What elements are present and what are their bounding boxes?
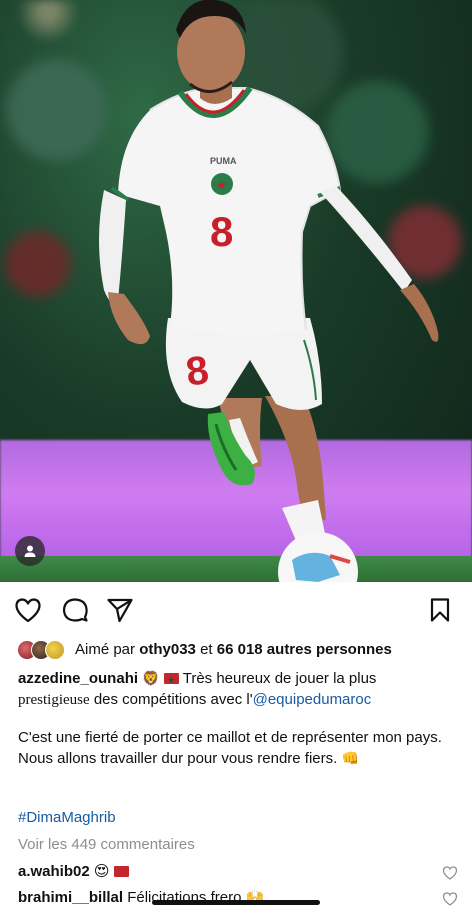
likes-connector: et [200, 640, 213, 658]
morocco-flag-icon [163, 670, 179, 691]
like-button[interactable] [14, 596, 42, 624]
likes-summary[interactable]: Aimé par othy033 et 66 018 autres person… [17, 638, 392, 660]
home-indicator[interactable] [152, 900, 320, 905]
svg-text:8: 8 [210, 208, 233, 255]
view-comments-link[interactable]: Voir les 449 commentaires [18, 836, 195, 853]
caption-paragraph-2: C'est une fierté de porter ce maillot et… [18, 729, 442, 746]
comment-like-button[interactable] [442, 865, 458, 881]
user-tag-icon [24, 545, 36, 557]
share-button[interactable] [106, 596, 134, 624]
liker-username[interactable]: othy033 [139, 641, 196, 658]
post-photo[interactable]: 8 ★ PUMA 8 [0, 0, 472, 582]
tagged-users-button[interactable] [15, 536, 45, 566]
comment-icon [62, 598, 88, 622]
player-figure: 8 ★ PUMA 8 [99, 0, 439, 582]
comment-row: brahimi__billal Félicitations frero 🙌 [18, 888, 458, 908]
comment-like-button[interactable] [442, 891, 458, 907]
send-icon [107, 598, 133, 623]
caption-line2: des compétitions avec l' [93, 691, 253, 708]
save-button[interactable] [426, 596, 454, 624]
hashtag-link[interactable]: #DimaMaghrib [18, 809, 116, 826]
comment-username[interactable]: brahimi__billal [18, 889, 123, 906]
avatar [45, 640, 65, 660]
likes-count[interactable]: 66 018 autres personnes [217, 641, 392, 658]
post-caption: azzedine_ounahi 🦁 Très heureux de jouer … [18, 668, 458, 769]
lion-emoji-icon: 🦁 [142, 670, 160, 686]
caption-line1: Très heureux de jouer la plus [182, 670, 377, 687]
likes-text: Aimé par othy033 et 66 018 autres person… [75, 641, 392, 658]
svg-text:PUMA: PUMA [210, 156, 237, 166]
heart-icon [15, 598, 41, 623]
caption-paragraph-3: Nous allons travailler dur pour vous ren… [18, 750, 338, 767]
heart-eyes-emoji-icon: 😍 [93, 863, 110, 880]
comment-username[interactable]: a.wahib02 [18, 863, 90, 880]
comment-button[interactable] [61, 596, 89, 624]
morocco-flag-icon [113, 866, 129, 877]
svg-text:★: ★ [216, 178, 227, 192]
liker-avatars [17, 639, 71, 660]
likes-prefix: Aimé par [75, 640, 136, 658]
post-actions-bar [0, 594, 472, 626]
caption-paragraph-3-wrap: Nous allons travailler dur pour vous ren… [18, 748, 458, 769]
caption-username[interactable]: azzedine_ounahi [18, 670, 138, 687]
bookmark-icon [430, 598, 450, 622]
mention-link[interactable]: @equipedumaroc [253, 691, 372, 708]
caption-styled-word: prestigieuse [18, 692, 90, 708]
comment-row: a.wahib02 😍 [18, 862, 458, 882]
fist-emoji-icon: 👊 [341, 750, 359, 766]
